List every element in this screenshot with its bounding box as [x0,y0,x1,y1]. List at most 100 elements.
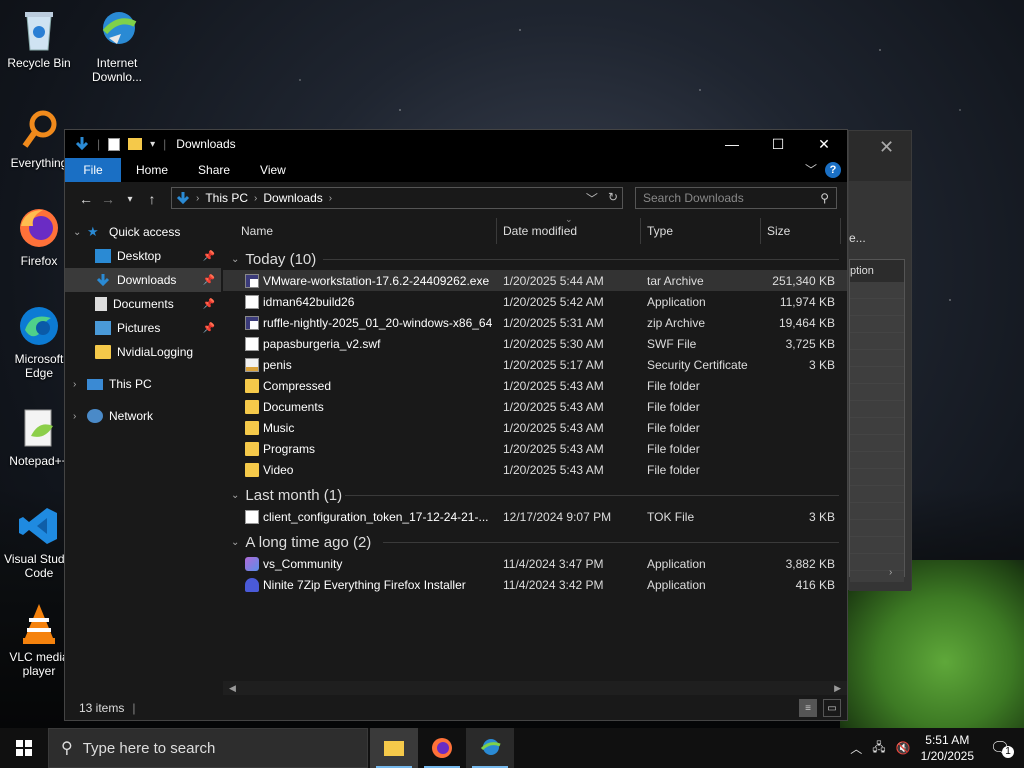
network-icon[interactable]: 🖧 [872,738,885,759]
nav-item-pictures[interactable]: Pictures 📌 [65,316,221,340]
ninite-icon [245,577,259,592]
table-row[interactable]: ruffle-nightly-2025_01_20-windows-x86_64… [223,312,847,333]
cell-name: Programs [263,441,316,456]
table-row[interactable]: Music 1/20/2025 5:43 AM File folder [223,417,847,438]
nav-label: Desktop [117,249,162,263]
documents-folder-icon [95,297,107,311]
table-row[interactable]: idman642build26 1/20/2025 5:42 AM Applicat… [223,291,847,312]
taskbar-file-explorer[interactable] [370,728,418,768]
tab-view[interactable]: View [245,158,301,182]
nav-item-desktop[interactable]: Desktop 📌 [65,244,221,268]
table-row[interactable]: VMware-workstation-17.6.2-24409262.exe 1/… [223,270,847,291]
nav-item-nvidialogging[interactable]: NvidiaLogging [65,340,221,364]
tab-home[interactable]: Home [121,158,183,182]
background-dialog-scroll-right-icon[interactable]: › [889,567,892,578]
cell-type: Application [647,556,706,571]
breadcrumb-downloads[interactable]: Downloads [263,191,322,205]
table-row[interactable]: Documents 1/20/2025 5:43 AM File folder [223,396,847,417]
scroll-left-icon[interactable]: ◀ [229,683,236,694]
table-row[interactable]: Programs 1/20/2025 5:43 AM File folder [223,438,847,459]
pin-icon: 📌 [202,274,215,286]
large-icons-view-button[interactable]: ▭ [823,699,841,717]
scroll-right-icon[interactable]: ▶ [834,683,841,694]
column-type[interactable]: Type [647,224,673,238]
details-view-button[interactable]: ≡ [799,699,817,717]
recent-locations-chevron-icon[interactable]: ▾ [119,194,141,205]
cell-name: Music [263,420,295,435]
table-row[interactable]: Video 1/20/2025 5:43 AM File folder [223,459,847,480]
expand-chevron-icon[interactable]: › [73,379,87,390]
column-size[interactable]: Size [767,224,790,238]
column-date-modified[interactable]: Date modified [503,224,577,238]
cell-date: 1/20/2025 5:43 AM [503,441,604,456]
nav-this-pc[interactable]: › This PC [65,372,221,396]
start-button[interactable] [0,728,48,768]
maximize-button[interactable]: ☐ [755,130,801,158]
cell-name: ruffle-nightly-2025_01_20-windows-x86_64 [263,315,493,330]
cell-type: File folder [647,462,700,477]
tab-share[interactable]: Share [183,158,245,182]
downloads-location-icon [176,192,190,205]
system-tray: ︿ 🖧 🔇 5:51 AM 1/20/2025 🗨 1 [850,728,1024,768]
show-hidden-icons-chevron-icon[interactable]: ︿ [850,740,862,757]
cell-date: 1/20/2025 5:31 AM [503,315,604,330]
breadcrumb-separator-icon: › [254,192,258,204]
taskbar-firefox[interactable] [418,728,466,768]
background-dialog-close-icon[interactable]: ✕ [879,137,894,158]
group-header[interactable]: ⌄ Today (10) [223,248,847,270]
table-row[interactable]: vs_Community 11/4/2024 3:47 PM Application… [223,553,847,574]
table-row[interactable]: papasburgeria_v2.swf 1/20/2025 5:30 AM SWF… [223,333,847,354]
expand-ribbon-chevron-icon[interactable]: ﹀ [805,161,817,178]
background-dialog-column-header: ption [850,260,904,282]
nav-network[interactable]: › Network [65,404,221,428]
taskbar-search-box[interactable]: ⚲ Type here to search [48,728,368,768]
taskbar-search-input[interactable]: Type here to search [83,740,216,757]
collapse-chevron-icon[interactable]: ⌄ [231,537,239,548]
collapse-chevron-icon[interactable]: ⌄ [231,490,239,501]
table-row[interactable]: Compressed 1/20/2025 5:43 AM File folder [223,375,847,396]
group-header[interactable]: ⌄ Last month (1) [223,484,847,506]
volume-muted-icon[interactable]: 🔇 [896,741,911,755]
downloads-folder-icon [96,274,110,287]
minimize-button[interactable]: — [709,130,755,158]
cell-size: 3 KB [808,357,835,372]
group-header[interactable]: ⌄ A long time ago (2) [223,531,847,553]
notification-center-button[interactable]: 🗨 1 [990,738,1014,758]
tab-file[interactable]: File [65,158,121,182]
search-input[interactable]: Search Downloads [643,191,744,205]
nav-quick-access[interactable]: ⌄ ★ Quick access [65,220,221,244]
properties-icon[interactable] [108,137,121,151]
address-bar[interactable]: › This PC › Downloads › ﹀ ↻ [171,187,623,209]
new-folder-icon[interactable] [128,138,143,150]
back-button[interactable]: ← [75,191,97,207]
desktop-icon-internet-download-manager[interactable]: Internet Downlo... [80,8,154,84]
file-icon [245,294,259,309]
forward-button[interactable]: → [97,191,119,207]
horizontal-scrollbar[interactable]: ◀ ▶ [223,681,847,695]
customize-toolbar-chevron-icon[interactable]: ▾ [150,139,155,150]
expand-chevron-icon[interactable]: ⌄ [73,227,87,238]
table-row[interactable]: Ninite 7Zip Everything Firefox Installer… [223,574,847,595]
cell-date: 12/17/2024 9:07 PM [503,509,612,524]
taskbar-idm[interactable] [466,728,514,768]
table-row[interactable]: client_configuration_token_17-12-24-21-.… [223,506,847,527]
table-row[interactable]: penis 1/20/2025 5:17 AM Security Certifica… [223,354,847,375]
folder-icon [245,378,259,393]
column-name[interactable]: Name [241,224,273,238]
breadcrumb-this-pc[interactable]: This PC [205,191,248,205]
refresh-icon[interactable]: ↻ [608,190,618,207]
desktop-icon-recycle-bin[interactable]: Recycle Bin [2,8,76,70]
nav-item-downloads[interactable]: Downloads 📌 [65,268,221,292]
firefox-icon [432,738,452,758]
expand-chevron-icon[interactable]: › [73,411,87,422]
help-button[interactable]: ? [825,161,841,178]
collapse-chevron-icon[interactable]: ⌄ [231,254,239,265]
clock[interactable]: 5:51 AM 1/20/2025 [921,732,974,764]
close-button[interactable]: ✕ [801,130,847,158]
everything-search-icon [17,108,61,152]
breadcrumb-separator-icon: › [328,192,333,204]
address-dropdown-icon[interactable]: ﹀ [586,190,598,207]
up-button[interactable]: ↑ [141,191,163,207]
search-box[interactable]: Search Downloads ⚲ [635,187,837,209]
nav-item-documents[interactable]: Documents 📌 [65,292,221,316]
